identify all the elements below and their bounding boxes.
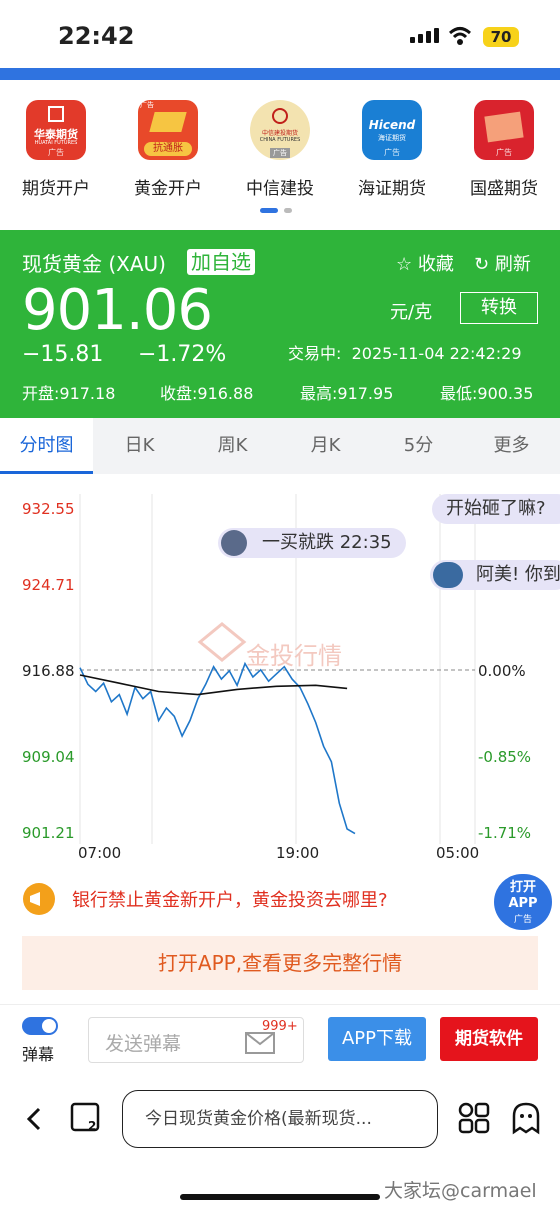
- y-tick-label: 909.04: [22, 748, 75, 766]
- tab-5min[interactable]: 5分: [372, 418, 465, 474]
- back-icon[interactable]: [24, 1106, 44, 1132]
- tab-daily-k[interactable]: 日K: [93, 418, 186, 474]
- tab-more[interactable]: 更多: [465, 418, 558, 474]
- x-tick-label: 19:00: [276, 844, 320, 862]
- signal-icon: [410, 28, 439, 43]
- bottom-toolbar: 弹幕 发送弹幕 999+ APP下载 期货软件 广告: [0, 1004, 560, 1074]
- price-series-line: [79, 661, 356, 835]
- watermark-logo-icon: [197, 622, 247, 662]
- trading-status: 交易中: 2025-11-04 22:42:29: [288, 344, 522, 363]
- address-bar[interactable]: 今日现货黄金价格(最新现货...: [122, 1090, 438, 1148]
- message-count-badge: 999+: [262, 1019, 298, 1034]
- quote-panel: 现货黄金 (XAU) 加自选 ☆ 收藏 ↻ 刷新 901.06 元/克 转换 −…: [0, 230, 560, 418]
- app-carousel[interactable]: 华泰期货 HUATAI FUTURES 广告 期货开户 广告 抗通胀 黄金开户 …: [0, 100, 560, 220]
- app-label: 黄金开户: [134, 179, 202, 199]
- danmaku-bubble: 开始砸了嘛?: [432, 494, 560, 524]
- hicend-logo-icon: Hicend 海证期货 广告: [362, 100, 422, 160]
- chart-tabs: 分时图 日K 周K 月K 5分 更多: [0, 418, 560, 474]
- intraday-chart[interactable]: 金投行情 932.55 924.71 916.88 909.04 901.21 …: [0, 474, 560, 874]
- chart-watermark: 金投行情: [246, 642, 342, 670]
- app-guosheng[interactable]: 广告 国盛期货: [448, 100, 560, 199]
- citic-logo-icon: 中信建投期货 CHINA FUTURES 广告: [250, 100, 310, 160]
- tab-monthly-k[interactable]: 月K: [279, 418, 372, 474]
- x-tick-label: 05:00: [436, 844, 480, 862]
- danmaku-bubble: 阿美! 你到: [430, 560, 560, 590]
- app-download-button[interactable]: APP下载: [328, 1017, 426, 1061]
- price-unit: 元/克: [390, 302, 433, 323]
- avatar: [221, 530, 247, 556]
- open-app-float-button[interactable]: 打开 APP 广告: [494, 874, 552, 930]
- app-label: 期货开户: [22, 179, 90, 199]
- app-label: 中信建投: [246, 179, 314, 199]
- tabs-icon[interactable]: 2: [70, 1102, 102, 1134]
- svg-text:2: 2: [88, 1119, 96, 1133]
- clock: 22:42: [58, 22, 135, 50]
- huatai-logo-icon: 华泰期货 HUATAI FUTURES 广告: [26, 100, 86, 160]
- refresh-icon: ↻: [474, 254, 490, 275]
- last-price: 901.06: [22, 278, 213, 343]
- avatar: [433, 562, 463, 588]
- app-gold-account[interactable]: 广告 抗通胀 黄金开户: [112, 100, 224, 199]
- status-bar: 22:42 70: [0, 0, 560, 68]
- low-price: 最低:900.35: [440, 384, 534, 403]
- news-link[interactable]: 银行禁止黄金新开户，黄金投资去哪里?: [22, 878, 560, 920]
- y-tick-label: 916.88: [22, 662, 75, 680]
- futures-software-button[interactable]: 期货软件 广告: [440, 1008, 538, 1061]
- instrument-name: 现货黄金 (XAU): [22, 252, 166, 276]
- wifi-icon: [448, 27, 472, 45]
- add-watchlist-button[interactable]: 加自选: [187, 249, 255, 275]
- open-price: 开盘:917.18: [22, 384, 116, 403]
- y-tick-label: 924.71: [22, 576, 75, 594]
- apps-grid-icon[interactable]: [458, 1102, 490, 1134]
- price-change: −15.81: [22, 342, 104, 367]
- price-change-pct: −1.72%: [138, 342, 227, 367]
- y-tick-label: 932.55: [22, 500, 75, 518]
- home-indicator[interactable]: [180, 1194, 380, 1200]
- tab-weekly-k[interactable]: 周K: [186, 418, 279, 474]
- open-app-banner[interactable]: 打开APP,查看更多完整行情: [22, 936, 538, 990]
- x-tick-label: 07:00: [78, 844, 122, 862]
- app-label: 国盛期货: [470, 179, 538, 199]
- battery-icon: 70: [483, 27, 519, 47]
- convert-button[interactable]: 转换: [460, 292, 538, 324]
- gold-bar-icon: 广告 抗通胀: [138, 100, 198, 160]
- site-watermark: 大家坛@carmael: [384, 1180, 537, 1202]
- guosheng-logo-icon: 广告: [474, 100, 534, 160]
- refresh-button[interactable]: ↻ 刷新: [474, 250, 531, 276]
- y-tick-label: 901.21: [22, 824, 75, 842]
- app-label: 海证期货: [358, 179, 426, 199]
- danmaku-toggle[interactable]: [22, 1017, 58, 1035]
- pct-tick-label: -1.71%: [478, 824, 532, 842]
- prev-close: 收盘:916.88: [160, 384, 254, 403]
- ghost-icon[interactable]: [510, 1102, 542, 1136]
- average-series-line: [79, 674, 348, 696]
- megaphone-icon: [23, 883, 55, 915]
- tab-intraday[interactable]: 分时图: [0, 418, 93, 474]
- top-accent-bar: [0, 68, 560, 80]
- pct-tick-label: -0.85%: [478, 748, 532, 766]
- browser-bar: 2 今日现货黄金价格(最新现货...: [0, 1086, 560, 1156]
- pct-tick-label: 0.00%: [478, 662, 526, 680]
- high-price: 最高:917.95: [300, 384, 394, 403]
- favorite-button[interactable]: ☆ 收藏: [396, 250, 454, 276]
- danmaku-toggle-label: 弹幕: [22, 1045, 55, 1064]
- carousel-dots: [260, 208, 292, 213]
- app-hicend[interactable]: Hicend 海证期货 广告 海证期货: [336, 100, 448, 199]
- app-citic[interactable]: 中信建投期货 CHINA FUTURES 广告 中信建投: [224, 100, 336, 199]
- danmaku-bubble: 一买就跌 22:35: [218, 528, 406, 558]
- app-huatai[interactable]: 华泰期货 HUATAI FUTURES 广告 期货开户: [0, 100, 112, 199]
- star-icon: ☆: [396, 254, 413, 275]
